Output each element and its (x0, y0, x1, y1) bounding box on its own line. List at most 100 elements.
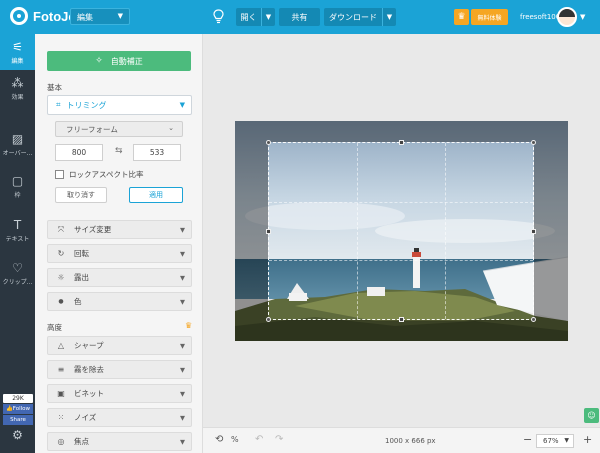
swap-icon[interactable]: ⇆ (115, 146, 123, 156)
crop-handle-right[interactable] (531, 229, 536, 234)
tool-row-vignette[interactable]: ▣ ビネット ▼ (47, 384, 192, 403)
crop-handle-top-right[interactable] (531, 140, 536, 145)
chevron-down-icon: ⌄ (168, 124, 174, 132)
chat-icon[interactable]: ☺ (584, 408, 599, 423)
crop-handle-top-left[interactable] (266, 140, 271, 145)
zoom-out-icon[interactable]: − (523, 433, 532, 446)
rail-item-label: テキスト (5, 236, 30, 243)
crop-mask (235, 142, 268, 320)
image-size-label: 1000 x 666 px (385, 437, 436, 445)
avatar[interactable] (557, 7, 577, 27)
zoom-select[interactable]: 67% ▼ (536, 434, 574, 448)
lock-aspect-checkbox[interactable] (55, 170, 64, 179)
tool-row-label: 回転 (74, 249, 89, 258)
crop-handle-top[interactable] (399, 140, 404, 145)
chevron-down-icon: ▼ (117, 12, 123, 20)
free-trial-button[interactable]: 無料体験 (471, 9, 508, 25)
rail-item-clipart[interactable]: ♡ クリップ... (0, 255, 35, 291)
rail-item-frame[interactable]: ▢ 枠 (0, 168, 35, 204)
chevron-down-icon: ▼ (180, 390, 185, 398)
crop-icon: ⌗ (56, 100, 61, 109)
rail-item-overlay[interactable]: ▨ オーバー... (0, 126, 35, 162)
rail-item-label: 枠 (14, 192, 21, 199)
facebook-follow-button[interactable]: 👍Follow (3, 404, 33, 414)
exposure-icon: ☼ (57, 273, 65, 282)
height-input[interactable]: 533 (133, 144, 181, 161)
apply-button[interactable]: 適用 (129, 187, 183, 203)
download-button[interactable]: ダウンロード ▼ (324, 8, 396, 26)
crop-handle-left[interactable] (266, 229, 271, 234)
chevron-down-icon: ▼ (180, 226, 185, 234)
crown-icon: ♛ (454, 9, 469, 25)
facebook-count: 29K (3, 394, 33, 403)
photo-canvas[interactable] (235, 121, 568, 341)
vignette-icon: ▣ (57, 389, 65, 398)
basic-section-label: 基本 (47, 83, 62, 92)
crop-handle-bottom[interactable] (399, 317, 404, 322)
rotate-icon: ↻ (57, 249, 65, 258)
noise-icon: ⁙ (57, 413, 65, 422)
tool-rail: ⚟ 編集 ⁂ 効果 ▨ オーバー... ▢ 枠 T テキスト ♡ クリップ... (0, 34, 35, 453)
chevron-down-icon[interactable]: ▼ (580, 13, 585, 21)
gear-icon[interactable]: ⚙ (11, 429, 24, 442)
aspect-ratio-value: フリーフォーム (66, 125, 118, 134)
avatar-hair (559, 9, 575, 17)
compare-icon[interactable]: % (231, 435, 239, 444)
tool-row-color[interactable]: ● 色 ▼ (47, 292, 192, 311)
rail-item-effects[interactable]: ⁂ 効果 (0, 70, 35, 106)
facebook-share-button[interactable]: Share (3, 415, 33, 425)
tool-row-label: 色 (74, 297, 82, 306)
cancel-button[interactable]: 取り消す (55, 187, 107, 203)
chevron-down-icon: ▼ (180, 342, 185, 350)
username[interactable]: freesoft100 (520, 13, 560, 21)
crop-box[interactable] (266, 140, 536, 322)
crop-grid-line (269, 260, 533, 262)
chevron-down-icon[interactable]: ▼ (261, 8, 275, 26)
facebook-widget: 29K 👍Follow Share (3, 394, 33, 425)
overlay-icon: ▨ (11, 132, 24, 146)
chevron-down-icon: ▼ (180, 414, 185, 422)
zoom-in-icon[interactable]: + (583, 433, 592, 446)
rail-item-label: オーバー... (2, 150, 33, 157)
mode-select[interactable]: 編集 ▼ (70, 8, 130, 25)
crop-mask (235, 320, 568, 341)
tool-row-resize[interactable]: ⤧ サイズ変更 ▼ (47, 220, 192, 239)
top-bar: FotoJet 編集 ▼ 開く ▼ 共有 ダウンロード ▼ ♛ 無料体験 fre… (0, 0, 600, 34)
rail-item-label: クリップ... (2, 279, 33, 286)
tool-row-rotate[interactable]: ↻ 回転 ▼ (47, 244, 192, 263)
rail-item-text[interactable]: T テキスト (0, 212, 35, 248)
lightbulb-icon[interactable] (213, 9, 224, 24)
aspect-ratio-select[interactable]: フリーフォーム ⌄ (55, 121, 183, 137)
reset-icon[interactable]: ⟲ (215, 434, 223, 445)
crop-grid-line (269, 201, 533, 203)
share-button[interactable]: 共有 (279, 8, 320, 26)
crop-handle-bottom-left[interactable] (266, 317, 271, 322)
download-button-label: ダウンロード (329, 12, 377, 22)
tool-row-noise[interactable]: ⁙ ノイズ ▼ (47, 408, 192, 427)
tool-row-label: ノイズ (74, 413, 97, 422)
open-button[interactable]: 開く ▼ (236, 8, 275, 26)
tool-row-label: サイズ変更 (74, 225, 112, 234)
resize-icon: ⤧ (57, 224, 65, 234)
chevron-down-icon: ▼ (180, 274, 185, 282)
crop-handle-bottom-right[interactable] (531, 317, 536, 322)
chevron-down-icon: ▼ (180, 438, 185, 446)
dehaze-icon: ≡ (57, 365, 65, 374)
heart-icon: ♡ (12, 261, 23, 275)
redo-icon[interactable]: ↷ (275, 434, 283, 445)
tool-row-dehaze[interactable]: ≡ 霧を除去 ▼ (47, 360, 192, 379)
tool-row-sharpen[interactable]: △ シャープ ▼ (47, 336, 192, 355)
tool-row-exposure[interactable]: ☼ 露出 ▼ (47, 268, 192, 287)
width-input[interactable]: 800 (55, 144, 103, 161)
undo-icon[interactable]: ↶ (255, 434, 263, 445)
auto-fix-button[interactable]: ✧ 自動補正 (47, 51, 191, 71)
crop-tool-select[interactable]: ⌗ トリミング ▼ (47, 95, 192, 115)
tool-row-label: 焦点 (74, 437, 89, 446)
magic-wand-icon: ✧ (95, 56, 103, 66)
frame-icon: ▢ (11, 174, 24, 188)
rail-item-edit[interactable]: ⚟ 編集 (0, 34, 35, 70)
chevron-down-icon[interactable]: ▼ (382, 8, 396, 26)
crop-tool-label: トリミング (66, 100, 107, 110)
logo-icon (10, 7, 28, 25)
tool-row-focus[interactable]: ◎ 焦点 ▼ (47, 432, 192, 451)
